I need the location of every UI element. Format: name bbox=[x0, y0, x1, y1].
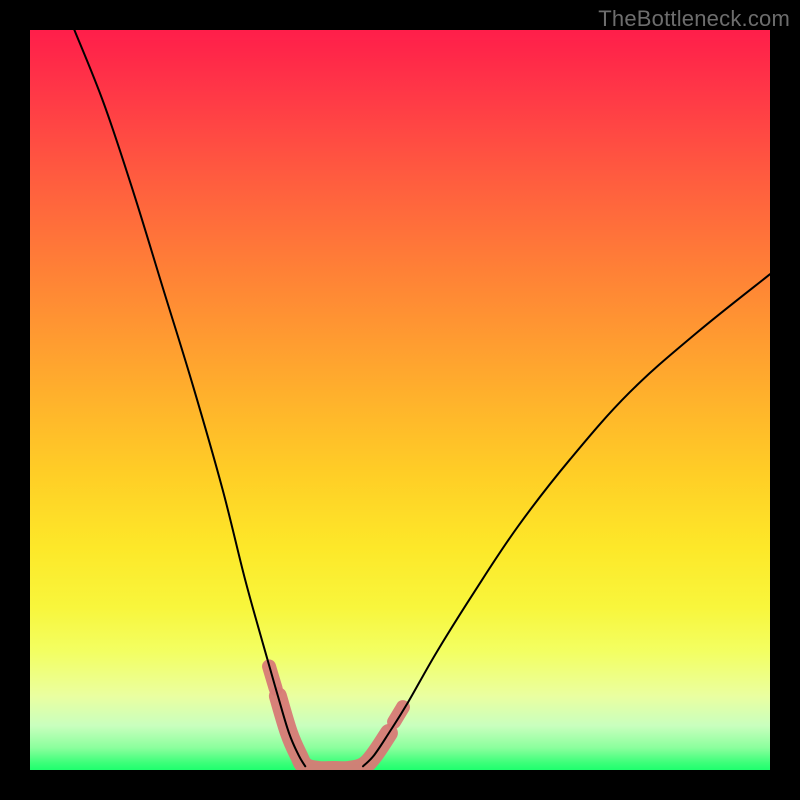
outer-frame: TheBottleneck.com bbox=[0, 0, 800, 800]
left-curve bbox=[74, 30, 305, 766]
watermark-text: TheBottleneck.com bbox=[598, 6, 790, 32]
right-curve bbox=[363, 274, 770, 766]
chart-svg bbox=[30, 30, 770, 770]
plot-area bbox=[30, 30, 770, 770]
